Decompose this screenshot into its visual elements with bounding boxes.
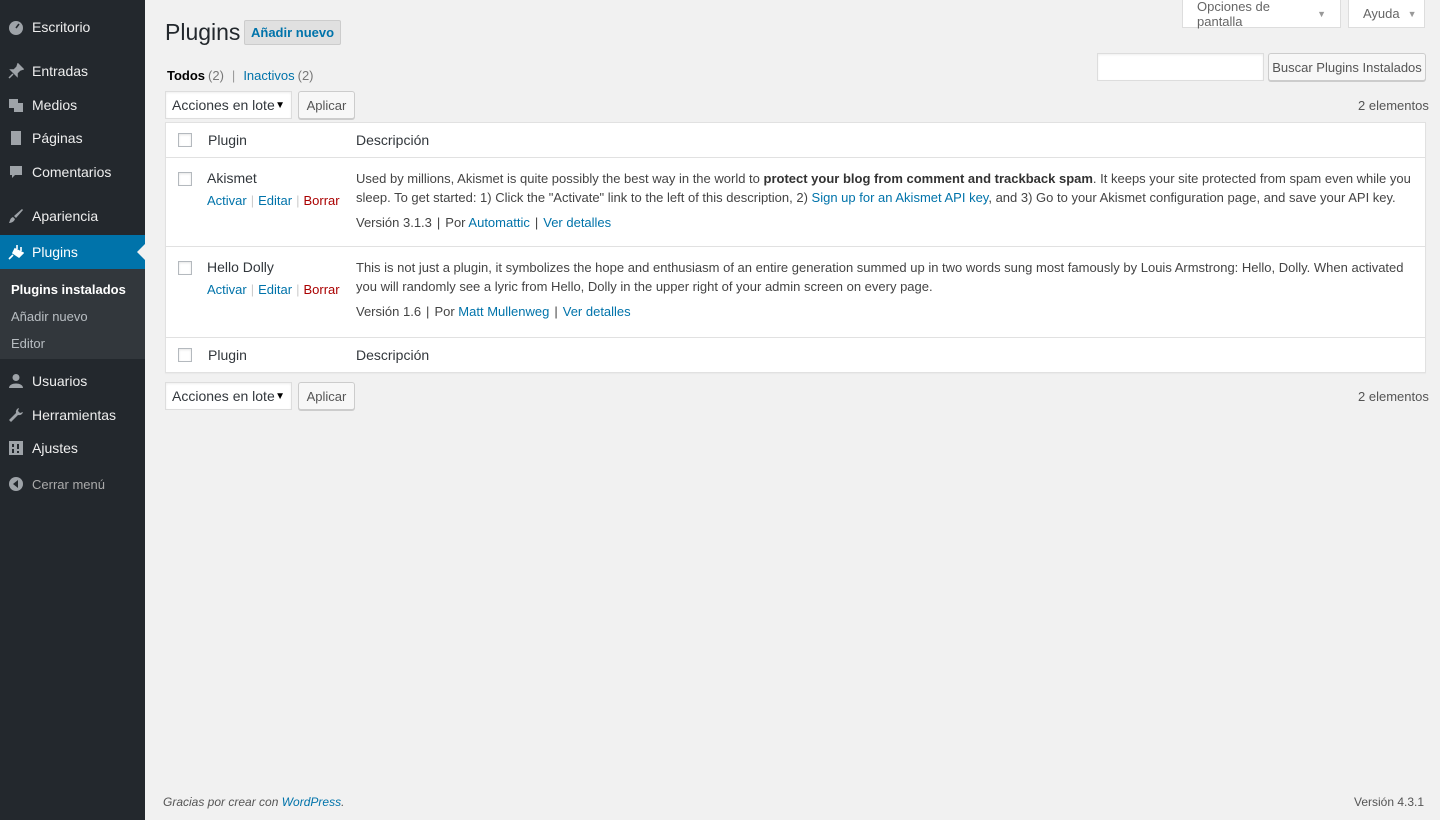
plugin-description: Used by millions, Akismet is quite possi… bbox=[356, 171, 1411, 205]
screen-options-button[interactable]: Opciones de pantalla ▼ bbox=[1182, 0, 1341, 29]
filter-all-link[interactable]: Todos bbox=[167, 68, 205, 83]
caret-down-icon: ▼ bbox=[1317, 8, 1326, 19]
submenu-anadir-nuevo[interactable]: Añadir nuevo bbox=[11, 309, 88, 324]
menu-item-paginas[interactable]: Páginas bbox=[0, 121, 145, 155]
plugin-status-filters: Todos (2) | Inactivos (2) bbox=[167, 68, 314, 83]
footer-thanks: Gracias por crear con WordPress. bbox=[163, 795, 345, 809]
search-plugins-button[interactable]: Buscar Plugins Instalados bbox=[1268, 53, 1426, 81]
table-row: Hello Dolly Activar | Editar | Borrar This i… bbox=[166, 247, 1425, 337]
column-description-footer: Descripción bbox=[356, 347, 430, 363]
view-details-link[interactable]: Ver detalles bbox=[563, 304, 631, 319]
activate-link[interactable]: Activar bbox=[207, 193, 247, 208]
pin-icon bbox=[0, 54, 32, 88]
plugin-name: Hello Dolly bbox=[207, 259, 274, 275]
filter-all-count: (2) bbox=[208, 68, 224, 83]
add-new-plugin-button[interactable]: Añadir nuevo bbox=[244, 20, 342, 45]
delete-link[interactable]: Borrar bbox=[303, 282, 339, 297]
plugins-submenu: Plugins instalados Añadir nuevo Editor bbox=[0, 269, 145, 359]
column-plugin-header: Plugin bbox=[208, 132, 247, 148]
collapse-arrow-icon bbox=[0, 467, 32, 501]
table-footer-row: Plugin Descripción bbox=[166, 337, 1425, 372]
column-plugin-footer: Plugin bbox=[208, 347, 247, 363]
brush-icon bbox=[0, 199, 32, 233]
menu-item-usuarios[interactable]: Usuarios bbox=[0, 364, 145, 398]
settings-icon bbox=[0, 431, 32, 465]
filter-separator: | bbox=[231, 68, 236, 83]
dashboard-icon bbox=[0, 10, 32, 44]
dropdown-arrow-icon: ▼ bbox=[275, 390, 285, 402]
plugin-icon bbox=[0, 235, 32, 269]
menu-item-herramientas[interactable]: Herramientas bbox=[0, 398, 145, 432]
delete-link[interactable]: Borrar bbox=[303, 193, 339, 208]
collapse-menu-button[interactable]: Cerrar menú bbox=[0, 467, 145, 501]
items-count-top: 2 elementos bbox=[1358, 98, 1429, 113]
menu-item-plugins[interactable]: Plugins bbox=[0, 235, 145, 269]
user-icon bbox=[0, 364, 32, 398]
page-title: Plugins bbox=[165, 19, 241, 45]
menu-item-comentarios[interactable]: Comentarios bbox=[0, 155, 145, 189]
plugins-table: Plugin Descripción Akismet Activar | Edita… bbox=[165, 122, 1426, 373]
help-button[interactable]: Ayuda ▼ bbox=[1348, 0, 1425, 28]
admin-sidebar: Escritorio Entradas Medios Páginas Comen… bbox=[0, 0, 145, 820]
edit-link[interactable]: Editar bbox=[258, 282, 292, 297]
submenu-editor[interactable]: Editor bbox=[11, 336, 45, 351]
row-checkbox[interactable] bbox=[178, 172, 192, 186]
footer-version: Versión 4.3.1 bbox=[1354, 795, 1425, 809]
comment-icon bbox=[0, 155, 32, 189]
items-count-bottom: 2 elementos bbox=[1358, 389, 1429, 404]
akismet-api-key-link[interactable]: Sign up for an Akismet API key bbox=[812, 190, 989, 205]
dropdown-arrow-icon: ▼ bbox=[275, 99, 285, 111]
menu-item-medios[interactable]: Medios bbox=[0, 88, 145, 122]
select-all-checkbox[interactable] bbox=[178, 133, 192, 147]
menu-item-ajustes[interactable]: Ajustes bbox=[0, 431, 145, 465]
edit-link[interactable]: Editar bbox=[258, 193, 292, 208]
table-header-row: Plugin Descripción bbox=[166, 123, 1425, 158]
wordpress-link[interactable]: WordPress bbox=[282, 795, 341, 809]
filter-inactive-count: (2) bbox=[297, 68, 314, 83]
row-actions: Activar | Editar | Borrar bbox=[207, 193, 340, 208]
page-icon bbox=[0, 121, 32, 155]
submenu-plugins-instalados[interactable]: Plugins instalados bbox=[11, 282, 126, 297]
activate-link[interactable]: Activar bbox=[207, 282, 247, 297]
row-checkbox[interactable] bbox=[178, 261, 192, 275]
media-icon bbox=[0, 88, 32, 122]
menu-item-apariencia[interactable]: Apariencia bbox=[0, 199, 145, 233]
plugin-name: Akismet bbox=[207, 170, 257, 186]
caret-down-icon: ▼ bbox=[1407, 8, 1417, 19]
column-description-header: Descripción bbox=[356, 132, 430, 148]
author-link[interactable]: Automattic bbox=[468, 215, 529, 230]
bulk-actions-select-top[interactable]: Acciones en lote ▼ bbox=[165, 91, 292, 119]
author-link[interactable]: Matt Mullenweg bbox=[458, 304, 549, 319]
wrench-icon bbox=[0, 398, 32, 432]
plugin-description: This is not just a plugin, it symbolizes… bbox=[356, 260, 1404, 294]
table-row: Akismet Activar | Editar | Borrar Used by mi… bbox=[166, 158, 1425, 247]
plugin-meta: Versión 3.1.3 | Por Automattic | Ver detalle… bbox=[356, 215, 612, 230]
search-plugins-input[interactable] bbox=[1097, 53, 1264, 81]
row-actions: Activar | Editar | Borrar bbox=[207, 282, 340, 297]
apply-button-bottom[interactable]: Aplicar bbox=[298, 382, 355, 410]
select-all-checkbox-bottom[interactable] bbox=[178, 348, 192, 362]
menu-item-escritorio[interactable]: Escritorio bbox=[0, 10, 145, 44]
view-details-link[interactable]: Ver detalles bbox=[543, 215, 611, 230]
menu-item-entradas[interactable]: Entradas bbox=[0, 54, 145, 88]
filter-inactive-link[interactable]: Inactivos bbox=[243, 68, 294, 83]
apply-button-top[interactable]: Aplicar bbox=[298, 91, 355, 119]
bulk-actions-select-bottom[interactable]: Acciones en lote ▼ bbox=[165, 382, 292, 410]
plugin-meta: Versión 1.6 | Por Matt Mullenweg | Ver detal… bbox=[356, 304, 631, 319]
